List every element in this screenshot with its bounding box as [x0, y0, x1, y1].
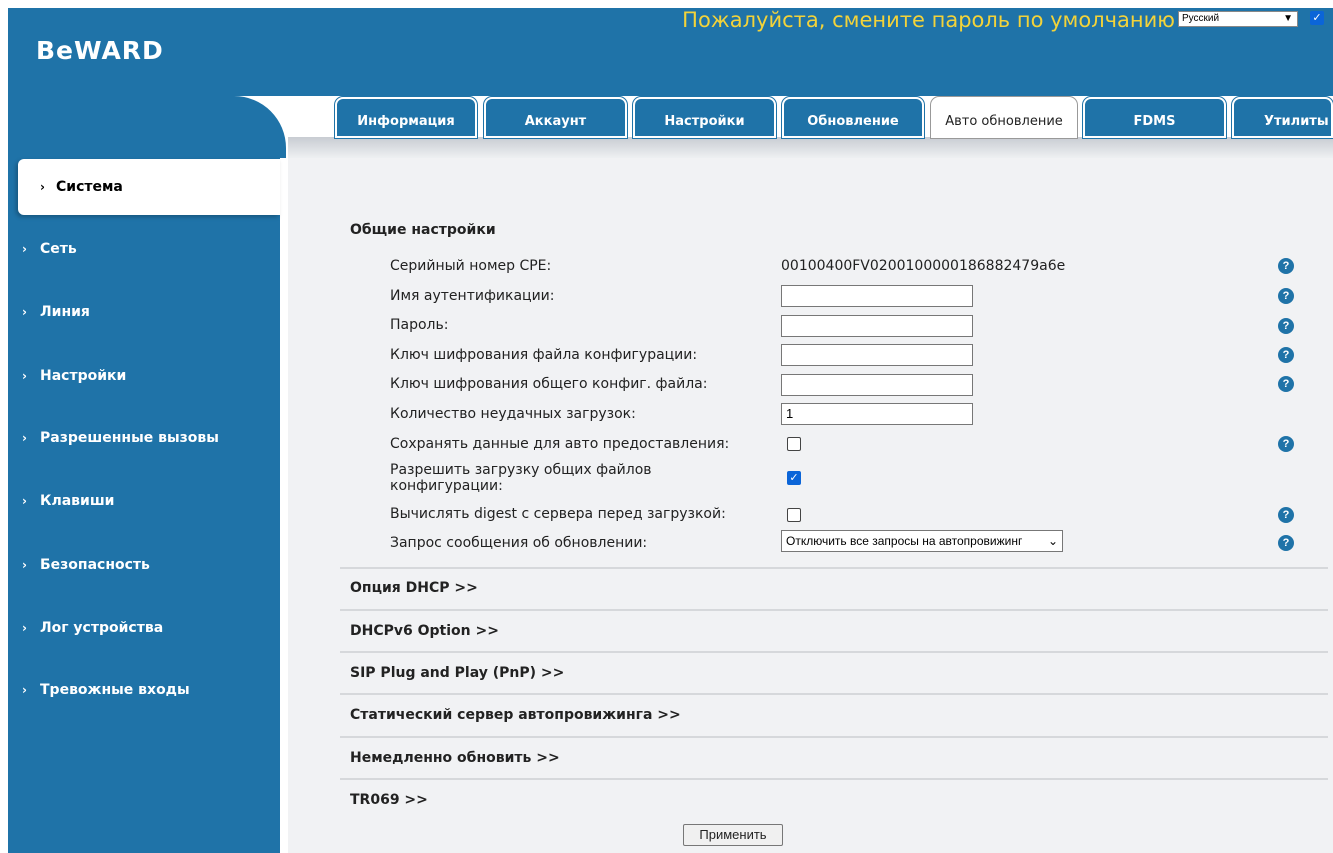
help-icon[interactable]: ?: [1278, 376, 1294, 392]
update-request-select[interactable]: Отключить все запросы на автопровижинг ⌄: [781, 530, 1063, 552]
tab-info[interactable]: Информация: [334, 96, 478, 139]
sidebar-item-settings[interactable]: › Настройки: [0, 348, 272, 404]
help-icon[interactable]: ?: [1278, 507, 1294, 523]
serial-label: Серийный номер CPE:: [390, 258, 552, 274]
sidebar-item-label: Лог устройства: [40, 620, 164, 636]
auth-name-input[interactable]: [781, 285, 973, 307]
help-icon[interactable]: ?: [1278, 318, 1294, 334]
help-icon[interactable]: ?: [1278, 258, 1294, 274]
allow-common-checkbox[interactable]: ✓: [787, 471, 801, 485]
tab-utilities[interactable]: Утилиты: [1231, 96, 1333, 139]
apply-button[interactable]: Применить: [683, 824, 783, 846]
sidebar-item-system[interactable]: › Система: [18, 159, 280, 215]
chevron-down-icon: ▼: [1283, 13, 1293, 24]
section-tr069[interactable]: TR069 >>: [350, 792, 428, 808]
tab-settings[interactable]: Настройки: [632, 96, 777, 139]
auth-name-label: Имя аутентификации:: [390, 288, 555, 304]
sidebar-item-keys[interactable]: › Клавиши: [0, 473, 272, 529]
sidebar-item-alarm-inputs[interactable]: › Тревожные входы: [0, 662, 272, 718]
sidebar-item-label: Линия: [40, 304, 90, 320]
sidebar-item-label: Клавиши: [40, 493, 115, 509]
tab-account[interactable]: Аккаунт: [483, 96, 628, 139]
chevron-right-icon: ›: [22, 494, 27, 508]
divider: [340, 567, 1328, 569]
tab-auto-update[interactable]: Авто обновление: [930, 96, 1078, 139]
sidebar-item-label: Разрешенные вызовы: [40, 430, 219, 446]
section-static-server[interactable]: Статический сервер автопровижинга >>: [350, 707, 681, 723]
section-dhcpv6-option[interactable]: DHCPv6 Option >>: [350, 623, 499, 639]
sidebar-item-label: Система: [56, 179, 123, 195]
sidebar-item-label: Настройки: [40, 368, 127, 384]
help-icon[interactable]: ?: [1278, 535, 1294, 551]
help-icon[interactable]: ?: [1278, 436, 1294, 452]
beward-logo: BeWARD: [36, 36, 164, 65]
section-sip-pnp[interactable]: SIP Plug and Play (PnP) >>: [350, 665, 564, 681]
section-dhcp-option[interactable]: Опция DHCP >>: [350, 580, 478, 596]
fail-count-input[interactable]: 1: [781, 403, 973, 425]
chevron-right-icon: ›: [22, 621, 27, 635]
password-label: Пароль:: [390, 317, 449, 333]
chevron-right-icon: ›: [22, 431, 27, 445]
divider: [340, 693, 1328, 695]
serial-value: 00100400FV0200100000186882479a6e: [781, 258, 1066, 274]
chevron-right-icon: ›: [22, 369, 27, 383]
section-update-now[interactable]: Немедленно обновить >>: [350, 750, 560, 766]
common-config-key-label: Ключ шифрования общего конфиг. файла:: [390, 376, 708, 392]
sidebar-item-security[interactable]: › Безопасность: [0, 537, 272, 593]
sidebar-item-device-log[interactable]: › Лог устройства: [0, 600, 272, 656]
help-icon[interactable]: ?: [1278, 288, 1294, 304]
config-key-label: Ключ шифрования файла конфигурации:: [390, 347, 698, 363]
password-warning: Пожалуйста, смените пароль по умолчанию: [682, 8, 1175, 32]
tab-bar-underline: [288, 137, 1333, 158]
language-select-value: Русский: [1182, 13, 1220, 24]
fail-count-label: Количество неудачных загрузок:: [390, 406, 636, 422]
tab-fdms[interactable]: FDMS: [1082, 96, 1227, 139]
chevron-down-icon: ⌄: [1045, 531, 1058, 551]
password-input[interactable]: [781, 315, 973, 337]
digest-label: Вычислять digest с сервера перед загрузк…: [390, 506, 726, 522]
common-config-key-input[interactable]: [781, 374, 973, 396]
sidebar-item-label: Сеть: [40, 241, 77, 257]
chevron-right-icon: ›: [22, 683, 27, 697]
update-request-label: Запрос сообщения об обновлении:: [390, 535, 648, 551]
chevron-right-icon: ›: [22, 558, 27, 572]
divider: [340, 651, 1328, 653]
digest-checkbox[interactable]: [787, 508, 801, 522]
sidebar-item-line[interactable]: › Линия: [0, 284, 272, 340]
update-request-select-value: Отключить все запросы на автопровижинг: [786, 534, 1023, 548]
sidebar-item-label: Безопасность: [40, 557, 150, 573]
sidebar-item-network[interactable]: › Сеть: [0, 221, 272, 277]
divider: [340, 778, 1328, 780]
checkbox-checked-icon[interactable]: ✓: [1310, 11, 1324, 25]
language-select[interactable]: Русский ▼: [1178, 11, 1298, 27]
save-data-checkbox[interactable]: [787, 437, 801, 451]
section-title-general: Общие настройки: [350, 222, 496, 238]
help-icon[interactable]: ?: [1278, 347, 1294, 363]
tab-update[interactable]: Обновление: [781, 96, 925, 139]
divider: [340, 736, 1328, 738]
sidebar-header: [8, 96, 286, 158]
chevron-right-icon: ›: [22, 305, 27, 319]
allow-common-label: Разрешить загрузку общих файлов конфигур…: [390, 462, 652, 494]
save-data-label: Сохранять данные для авто предоставления…: [390, 436, 730, 452]
divider: [340, 609, 1328, 611]
config-key-input[interactable]: [781, 344, 973, 366]
chevron-right-icon: ›: [40, 180, 45, 194]
sidebar-item-allowed-calls[interactable]: › Разрешенные вызовы: [0, 410, 272, 466]
sidebar-item-label: Тревожные входы: [40, 682, 190, 698]
chevron-right-icon: ›: [22, 242, 27, 256]
